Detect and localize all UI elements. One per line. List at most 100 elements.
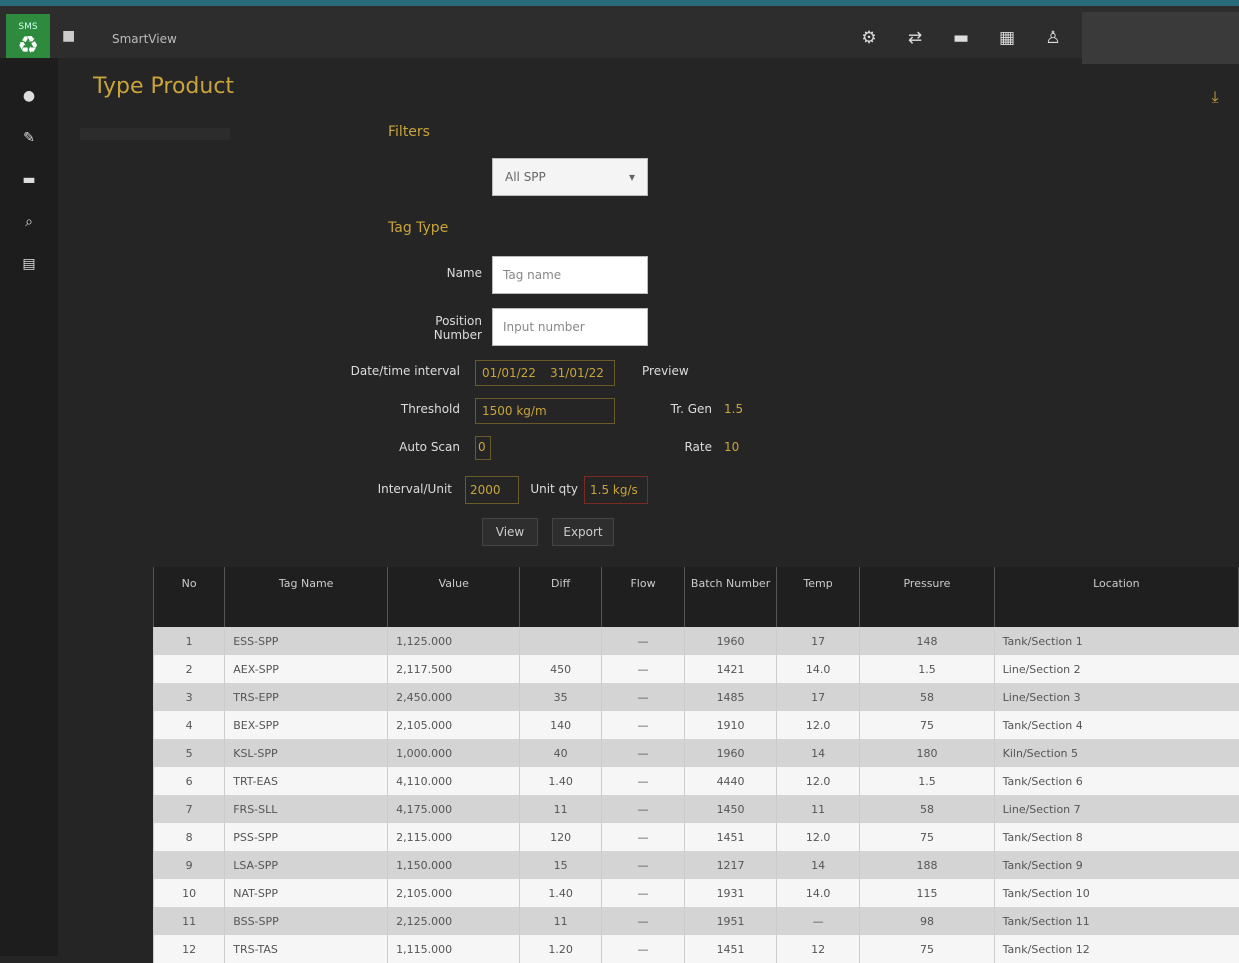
column-header[interactable]: Value xyxy=(387,567,521,627)
table-cell: Tank/Section 9 xyxy=(993,851,1239,879)
table-cell: — xyxy=(775,907,860,935)
calendar-icon[interactable]: ▦ xyxy=(993,24,1021,52)
column-header[interactable]: Batch Number xyxy=(684,567,777,627)
table-row[interactable]: 7 FRS-SLL 4,175.000 11—1450 11 58 Line/Section… xyxy=(152,795,1239,823)
table-cell: 115 xyxy=(859,879,995,907)
column-header[interactable]: No xyxy=(152,567,226,627)
pencil-icon[interactable]: ✎ xyxy=(17,126,41,150)
table-cell: 188 xyxy=(859,851,995,879)
table-cell: TRT-EAS xyxy=(224,767,388,795)
table-cell: AEX-SPP xyxy=(224,655,388,683)
table-cell: — xyxy=(600,683,685,711)
table-row[interactable]: 10 NAT-SPP 2,105.000 1.40—1931 14.0 115 Tank/S… xyxy=(152,879,1239,907)
table-row[interactable]: 12 TRS-TAS 1,115.000 1.20—1451 12 75 Tank/Sect… xyxy=(152,935,1239,963)
threshold-value: 1500 kg/m xyxy=(482,404,547,418)
table-cell: — xyxy=(600,935,685,963)
top-toolbar: ⚙ ⇄ ▬ ▦ ♙ xyxy=(855,18,1067,58)
search-icon[interactable]: ⌕ xyxy=(17,210,41,234)
name-input[interactable]: Tag name xyxy=(492,256,648,294)
table-cell: 4,175.000 xyxy=(387,795,520,823)
table-cell: Tank/Section 11 xyxy=(993,907,1239,935)
grid-icon[interactable]: ▤ xyxy=(17,252,41,276)
table-cell: 4,110.000 xyxy=(387,767,520,795)
date-label: Date/time interval xyxy=(350,364,460,378)
table-cell: 2,115.000 xyxy=(387,823,520,851)
table-row[interactable]: 11 BSS-SPP 2,125.000 11—1951—98 Tank/Section… xyxy=(152,907,1239,935)
results-table: No Tag Name Value Diff Flow Batch Number Temp P… xyxy=(152,567,1239,963)
table-cell: 12 xyxy=(775,935,860,963)
table-cell: 98 xyxy=(859,907,995,935)
preview-label[interactable]: Preview xyxy=(630,364,722,378)
table-cell: 2 xyxy=(152,655,225,683)
table-cell: 1217 xyxy=(684,851,777,879)
column-header[interactable]: Flow xyxy=(600,567,686,627)
table-cell: 5 xyxy=(152,739,225,767)
export-icon[interactable]: ⤓ xyxy=(1200,72,1230,122)
user-icon[interactable]: ♙ xyxy=(1039,24,1067,52)
table-cell: BSS-SPP xyxy=(224,907,388,935)
table-cell: — xyxy=(600,823,685,851)
table-row[interactable]: 9 LSA-SPP 1,150.000 15—1217 14 188 Tank/Sectio… xyxy=(152,851,1239,879)
table-cell: 450 xyxy=(519,655,602,683)
table-row[interactable]: 8 PSS-SPP 2,115.000 120—1451 12.0 75 Tank/Sect… xyxy=(152,823,1239,851)
table-cell: 1,150.000 xyxy=(387,851,520,879)
tr-label: Tr. Gen xyxy=(670,402,712,416)
table-cell: 40 xyxy=(519,739,602,767)
date-to: 31/01/22 xyxy=(550,366,604,380)
table-cell: 75 xyxy=(859,711,995,739)
position-number-input[interactable]: Input number xyxy=(492,308,648,346)
table-row[interactable]: 1 ESS-SPP 1,125.000 —1960 17 148 Tank/Section … xyxy=(152,627,1239,655)
table-cell: 1,125.000 xyxy=(387,627,520,655)
home-icon[interactable]: ● xyxy=(17,84,41,108)
top-bar: SMS ♻ ■ SmartView ⚙ ⇄ ▬ ▦ ♙ xyxy=(0,6,1239,66)
table-row[interactable]: 4 BEX-SPP 2,105.000 140—1910 12.0 75 Tank/Sect… xyxy=(152,711,1239,739)
unit-value: 1.5 kg/s xyxy=(590,483,638,497)
folder-icon[interactable]: ▬ xyxy=(947,24,975,52)
table-cell: 6 xyxy=(152,767,225,795)
table-cell: 2,125.000 xyxy=(387,907,520,935)
column-header[interactable]: Location xyxy=(993,567,1239,627)
table-cell: — xyxy=(600,739,685,767)
settings-icon[interactable]: ⚙ xyxy=(855,24,883,52)
interval-label: Interval/Unit xyxy=(377,482,452,496)
menu-icon[interactable]: ■ xyxy=(62,28,75,44)
archive-icon[interactable]: ▬ xyxy=(17,168,41,192)
table-cell: 11 xyxy=(152,907,225,935)
table-cell: 17 xyxy=(775,683,860,711)
interval-value: 2000 xyxy=(470,483,501,497)
view-button[interactable]: View xyxy=(482,518,538,546)
table-cell: 17 xyxy=(775,627,860,655)
table-row[interactable]: 5 KSL-SPP 1,000.000 40—1960 14 180 Kiln/Sectio… xyxy=(152,739,1239,767)
table-cell: Tank/Section 8 xyxy=(993,823,1239,851)
table-cell: 14 xyxy=(775,739,860,767)
column-header[interactable]: Tag Name xyxy=(224,567,389,627)
table-cell: 4 xyxy=(152,711,225,739)
table-cell: 11 xyxy=(775,795,860,823)
chevron-down-icon: ▾ xyxy=(628,170,635,184)
user-area[interactable] xyxy=(1082,12,1239,64)
table-cell: Line/Section 2 xyxy=(993,655,1239,683)
filter-select[interactable]: All SPP ▾ xyxy=(492,158,648,196)
sync-icon[interactable]: ⇄ xyxy=(901,24,929,52)
recycle-icon: ♻ xyxy=(17,31,39,59)
table-cell: — xyxy=(600,879,685,907)
table-cell: 10 xyxy=(152,879,225,907)
table-cell: 1960 xyxy=(684,739,777,767)
table-row[interactable]: 6 TRT-EAS 4,110.000 1.40—4440 12.0 1.5 Tank/Se… xyxy=(152,767,1239,795)
column-header[interactable]: Temp xyxy=(775,567,861,627)
column-header[interactable]: Pressure xyxy=(859,567,995,627)
column-header[interactable]: Diff xyxy=(519,567,602,627)
table-cell: LSA-SPP xyxy=(224,851,388,879)
table-row[interactable]: 3 TRS-EPP 2,450.000 35—1485 17 58 Line/Section… xyxy=(152,683,1239,711)
table-cell xyxy=(519,627,602,655)
table-cell: 75 xyxy=(859,823,995,851)
table-cell: 2,450.000 xyxy=(387,683,520,711)
rate-label: Rate xyxy=(684,440,712,454)
table-row[interactable]: 2 AEX-SPP 2,117.500 450—1421 14.0 1.5 Line/Sec… xyxy=(152,655,1239,683)
table-cell: Line/Section 3 xyxy=(993,683,1239,711)
table-cell: BEX-SPP xyxy=(224,711,388,739)
table-cell: — xyxy=(600,851,685,879)
table-cell: 2,117.500 xyxy=(387,655,520,683)
export-button[interactable]: Export xyxy=(552,518,614,546)
app-title: SmartView xyxy=(112,32,177,46)
